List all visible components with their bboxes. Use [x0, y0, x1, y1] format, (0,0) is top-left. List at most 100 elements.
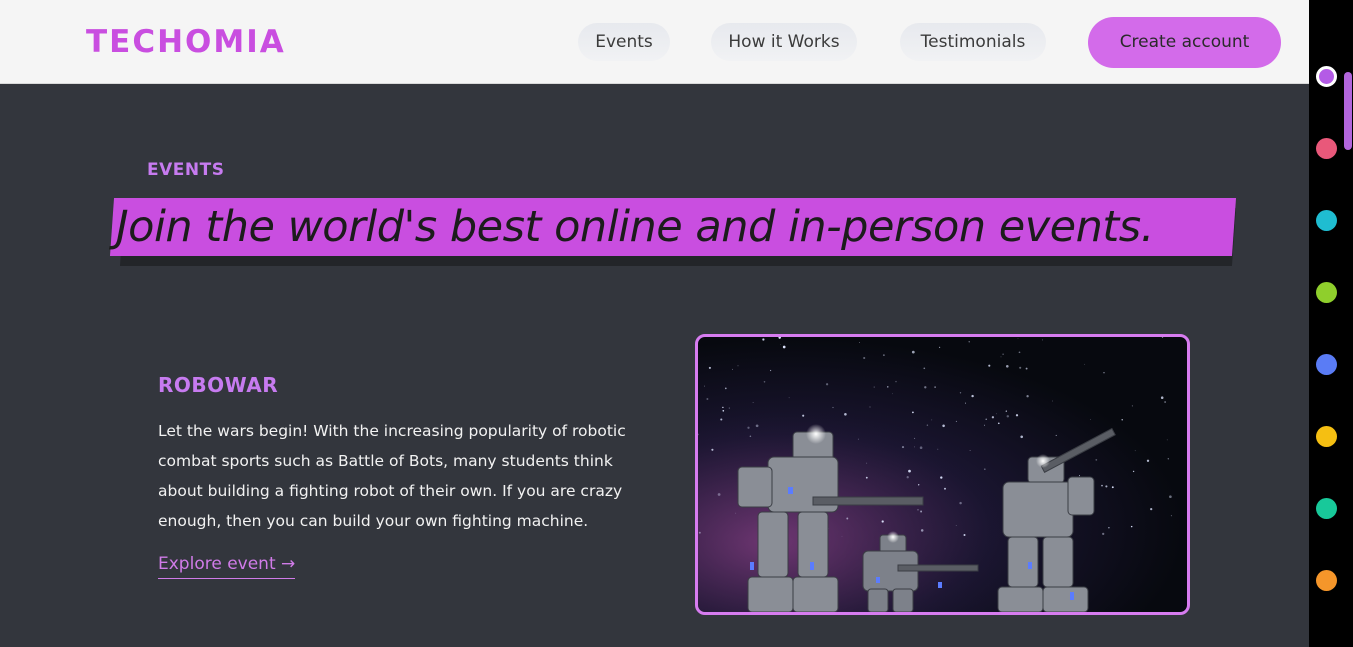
star [919, 446, 923, 449]
star [720, 418, 723, 421]
star [841, 536, 843, 538]
star [955, 525, 957, 526]
star [732, 368, 733, 370]
color-swatch-green[interactable] [1316, 282, 1337, 303]
star [1164, 401, 1166, 403]
star [1103, 372, 1105, 374]
explore-event-link[interactable]: Explore event → [158, 554, 296, 579]
star [866, 462, 868, 464]
star [770, 369, 772, 372]
star [711, 448, 714, 451]
star [920, 510, 923, 513]
star [955, 420, 957, 422]
header: TECHOMIA Events How it Works Testimonial… [0, 0, 1309, 84]
star [944, 487, 946, 490]
star [1101, 484, 1103, 487]
star [934, 386, 936, 388]
star [722, 409, 725, 412]
star [965, 402, 966, 404]
star [1105, 485, 1108, 488]
star [1025, 367, 1028, 370]
star [1102, 532, 1105, 536]
star [825, 383, 829, 386]
robot-battle-illustration [698, 337, 1187, 612]
star [914, 446, 916, 448]
star [924, 386, 927, 389]
headline-block: Join the world's best online and in-pers… [109, 198, 1237, 266]
color-swatch-cyan[interactable] [1316, 210, 1337, 231]
star [901, 446, 905, 449]
star [1052, 400, 1053, 402]
star [728, 407, 730, 409]
star [846, 517, 849, 520]
star [969, 449, 971, 451]
star [1150, 507, 1153, 511]
color-swatch-blue[interactable] [1316, 354, 1337, 375]
star [1026, 395, 1029, 398]
event-description: Let the wars begin! With the increasing … [158, 422, 626, 530]
star [1018, 351, 1021, 354]
star [895, 380, 897, 383]
star [1130, 525, 1133, 528]
star [942, 424, 945, 428]
star [1134, 450, 1136, 452]
star [931, 419, 933, 421]
star [1095, 459, 1098, 461]
star [859, 342, 861, 343]
star [938, 346, 941, 349]
star [755, 424, 759, 428]
star [762, 338, 765, 341]
color-swatch-yellow[interactable] [1316, 426, 1337, 447]
star [832, 406, 834, 409]
star [735, 512, 737, 514]
star [1132, 470, 1135, 473]
star [1111, 486, 1114, 489]
nav-how-it-works[interactable]: How it Works [711, 23, 857, 61]
star [1170, 515, 1172, 517]
star [724, 387, 727, 390]
star [708, 366, 711, 369]
star [1160, 396, 1164, 399]
star [914, 437, 916, 439]
star [869, 406, 871, 408]
star [920, 529, 924, 532]
create-account-button[interactable]: Create account [1088, 17, 1281, 68]
star [1019, 366, 1022, 369]
star [737, 365, 739, 367]
star [940, 476, 943, 479]
star [1078, 475, 1081, 477]
star [1006, 365, 1009, 368]
star [1017, 338, 1019, 339]
color-swatch-orange[interactable] [1316, 570, 1337, 591]
star [857, 438, 859, 440]
color-swatch-teal[interactable] [1316, 498, 1337, 519]
color-swatch-pink[interactable] [1316, 138, 1337, 159]
star [926, 424, 929, 426]
star [996, 413, 997, 415]
star [1169, 495, 1172, 499]
star [908, 469, 911, 473]
star [706, 398, 709, 400]
robot-battle-image [695, 334, 1190, 615]
star [1166, 439, 1168, 441]
star [747, 426, 750, 429]
star [997, 422, 1000, 425]
event-title: ROBOWAR [158, 373, 279, 397]
star [988, 364, 991, 367]
star [906, 476, 909, 479]
star [873, 386, 875, 388]
star [968, 341, 970, 343]
star [1108, 527, 1110, 529]
star [1015, 414, 1019, 417]
star [698, 531, 701, 534]
scrollbar-thumb[interactable] [1344, 72, 1352, 150]
color-swatch-purple[interactable] [1316, 66, 1337, 87]
star [844, 413, 847, 416]
star [1006, 415, 1010, 418]
star [752, 402, 754, 404]
star [959, 392, 962, 394]
nav-events[interactable]: Events [578, 23, 670, 61]
nav-testimonials[interactable]: Testimonials [900, 23, 1046, 61]
star [1084, 363, 1086, 365]
logo[interactable]: TECHOMIA [86, 24, 286, 60]
